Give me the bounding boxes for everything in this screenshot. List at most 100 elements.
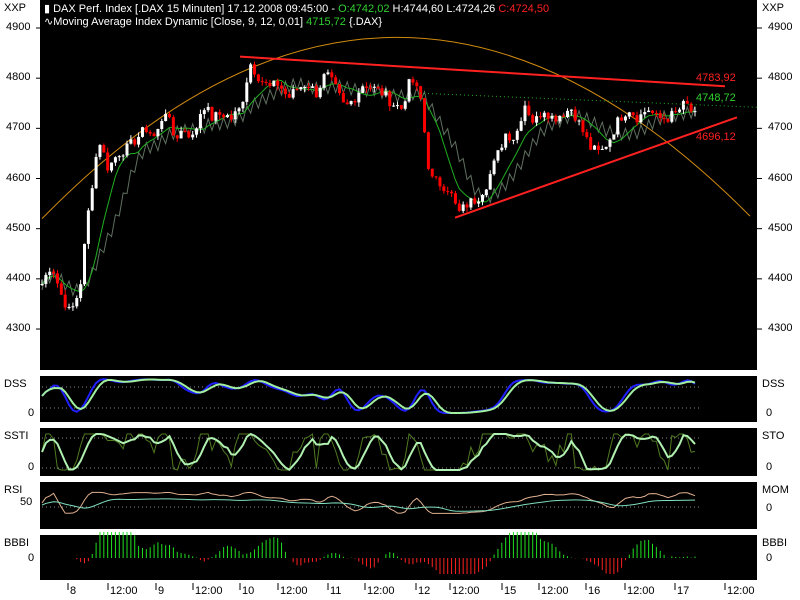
candle-body (83, 243, 87, 285)
candle-body (643, 112, 647, 115)
candle-body (129, 139, 133, 144)
candle-body (666, 119, 670, 122)
zero-tick-right: 0 (766, 461, 773, 473)
candle-body (40, 283, 44, 285)
candle-body (102, 145, 106, 153)
candle-body (229, 115, 233, 120)
candle-body (334, 77, 338, 85)
candle-body (106, 152, 110, 171)
candle-body (620, 117, 624, 121)
candle-body (403, 101, 407, 109)
zero-tick-left: 0 (28, 552, 35, 564)
candle-body (442, 186, 446, 192)
candle-body (341, 93, 345, 103)
zero-tick-right: 0 (766, 502, 773, 514)
candle-body (222, 114, 226, 118)
candle-body (345, 102, 349, 105)
candle-body (137, 136, 141, 145)
candle-body (330, 72, 334, 78)
candle-body (508, 133, 512, 141)
candle-body (198, 114, 202, 129)
candle-body (376, 86, 380, 89)
candle-body (218, 112, 222, 115)
rsi-panel (40, 482, 757, 529)
candle-body (612, 134, 616, 140)
candle-body (225, 115, 229, 118)
candle-body (654, 112, 658, 114)
candle-body (67, 306, 71, 308)
candle-body (357, 92, 361, 103)
candle-body (469, 198, 473, 208)
candle-body (430, 168, 434, 177)
panel-label-right: DSS (762, 378, 785, 390)
candle-body (318, 87, 322, 98)
candle-body (500, 147, 504, 151)
candle-body (554, 115, 558, 122)
candle-body (206, 106, 210, 111)
candle-body (589, 137, 593, 150)
y-tick-left: 4600 (6, 171, 31, 184)
chart-canvas (36, 0, 762, 590)
candle-body (519, 121, 523, 131)
axis-label-right: XXP (762, 2, 785, 14)
candle-body (144, 127, 148, 133)
candle-body (48, 271, 52, 276)
candle-body (113, 157, 117, 163)
candle-body (550, 115, 554, 119)
candle-body (63, 294, 67, 308)
candle-body (419, 86, 423, 99)
candle-body (399, 105, 403, 109)
candle-body (148, 132, 152, 134)
candle-body (608, 139, 612, 147)
candle-body (140, 127, 144, 137)
candle-body (542, 112, 546, 118)
panel-label-right: BBBI (762, 537, 788, 549)
candle-body (249, 64, 253, 83)
candle-body (307, 86, 311, 88)
candle-body (395, 105, 399, 107)
candle-body (496, 150, 500, 161)
x-tick-label: 12:00 (452, 585, 480, 597)
candle-body (411, 79, 415, 83)
candle-body (168, 113, 172, 118)
candle-body (639, 114, 643, 123)
x-tick-label: 12:00 (541, 585, 569, 597)
candle-body (693, 111, 697, 113)
candle-body (314, 86, 318, 98)
bbbi-panel (40, 535, 757, 580)
candle-body (233, 111, 237, 120)
candle-body (647, 110, 651, 113)
candle-body (585, 132, 589, 138)
candle-body (581, 120, 585, 133)
y-tick-right: 4900 (768, 21, 793, 33)
candle-body (164, 113, 168, 122)
candle-body (438, 177, 442, 187)
candle-body (156, 128, 160, 137)
candle-body (558, 115, 562, 122)
candle-body (191, 134, 195, 138)
candle-body (407, 79, 411, 102)
candle-body (573, 109, 577, 121)
candle-body (635, 115, 639, 123)
zero-tick-left: 0 (28, 461, 35, 473)
candle-body (511, 139, 515, 141)
candle-body (577, 120, 581, 122)
candle-body (90, 188, 94, 211)
x-tick-label: 12:00 (367, 585, 395, 597)
candle-body (125, 143, 129, 156)
x-tick-label: 10 (242, 585, 255, 597)
candle-body (361, 86, 365, 93)
zero-tick-left: 0 (28, 407, 35, 419)
y-tick-right: 4400 (768, 271, 793, 284)
candle-body (477, 201, 481, 204)
panel-label-left: RSI (4, 484, 23, 496)
x-tick-label: 11 (330, 585, 342, 597)
candle-body (461, 204, 465, 211)
candle-body (484, 189, 488, 196)
candle-body (678, 109, 682, 112)
candle-body (55, 273, 59, 284)
candle-body (674, 111, 678, 113)
candle-body (59, 283, 63, 295)
candle-body (658, 112, 662, 118)
candle-body (523, 105, 527, 122)
